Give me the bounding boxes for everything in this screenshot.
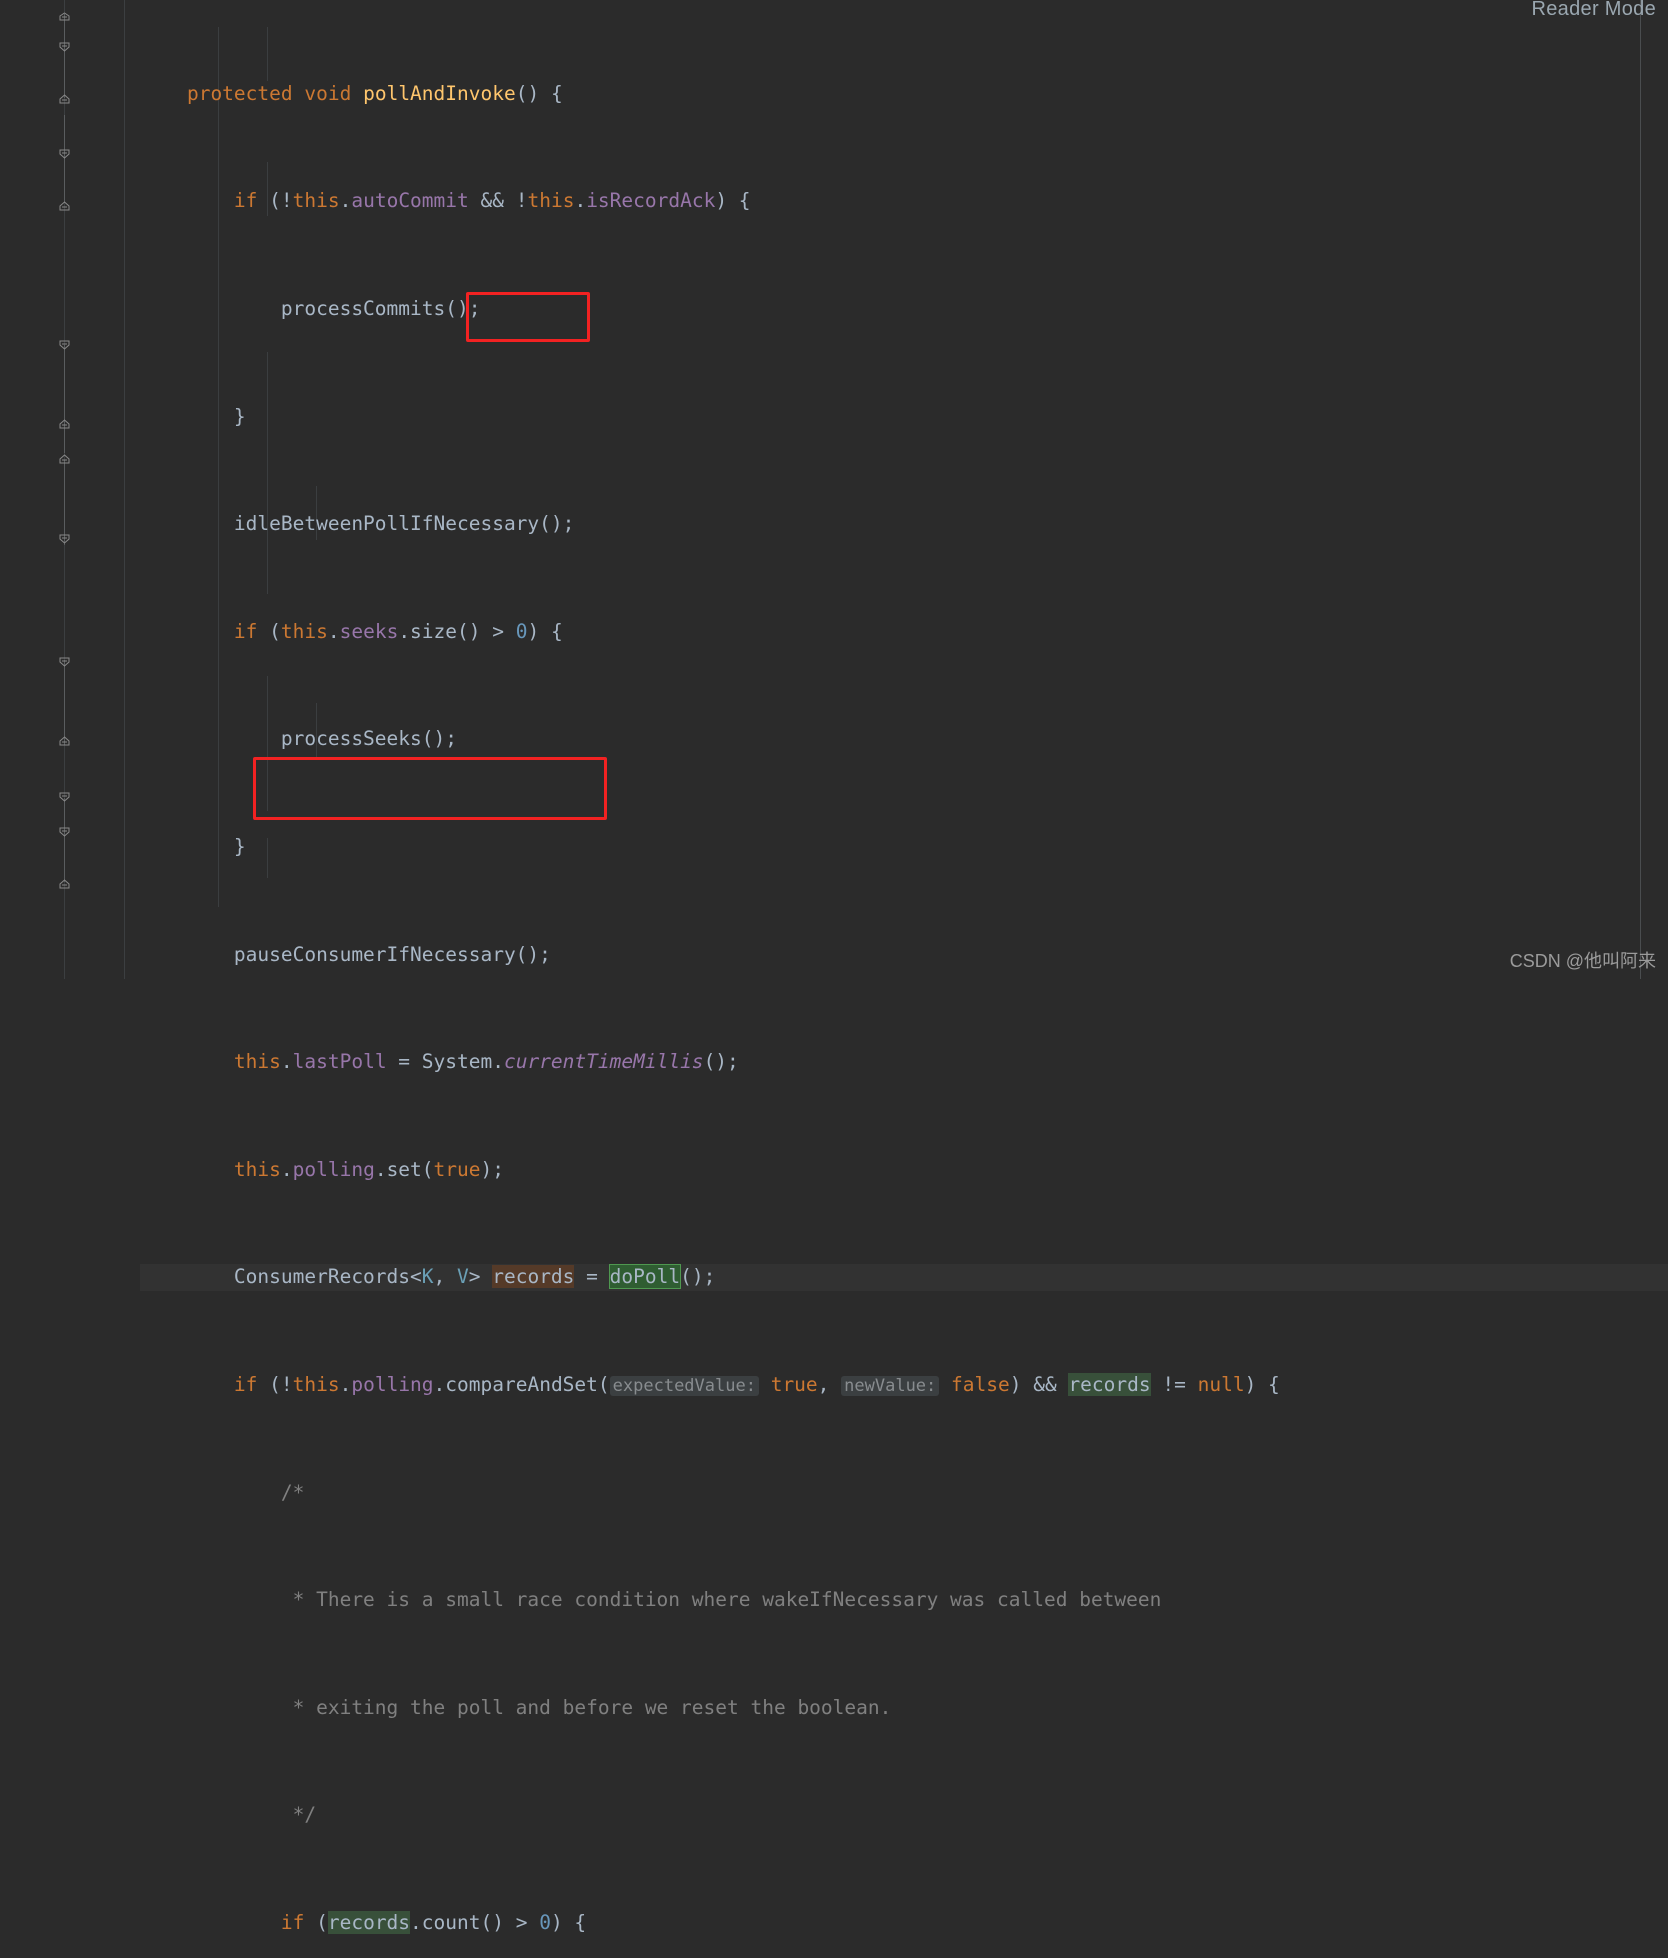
watermark-label: CSDN @他叫阿来: [1509, 951, 1656, 971]
code-line-current[interactable]: ConsumerRecords<K, V> records = doPoll()…: [140, 1264, 1668, 1292]
fold-collapse-icon[interactable]: [58, 532, 71, 545]
fold-expand-icon[interactable]: [58, 200, 71, 213]
code-line[interactable]: if (!this.polling.compareAndSet(expected…: [140, 1372, 1668, 1399]
fold-expand-icon[interactable]: [58, 735, 71, 748]
code-line[interactable]: if (this.seeks.size() > 0) {: [140, 619, 1668, 646]
code-editor[interactable]: protected void pollAndInvoke() { if (!th…: [0, 0, 1668, 1935]
fold-rail: [64, 660, 65, 745]
code-line[interactable]: processCommits();: [140, 296, 1668, 323]
code-content[interactable]: protected void pollAndInvoke() { if (!th…: [140, 0, 1668, 1958]
code-line[interactable]: if (!this.autoCommit && !this.isRecordAc…: [140, 188, 1668, 215]
code-line[interactable]: protected void pollAndInvoke() {: [140, 81, 1668, 108]
fold-collapse-icon[interactable]: [58, 453, 71, 466]
param-hint-expectedvalue: expectedValue:: [609, 1376, 759, 1397]
param-hint-newvalue: newValue:: [841, 1376, 940, 1397]
code-line[interactable]: idleBetweenPollIfNecessary();: [140, 511, 1668, 538]
fold-expand-icon[interactable]: [58, 418, 71, 431]
code-line[interactable]: if (records.count() > 0) {: [140, 1910, 1668, 1937]
code-line[interactable]: processSeeks();: [140, 726, 1668, 753]
fold-rail: [64, 345, 65, 453]
code-line[interactable]: pauseConsumerIfNecessary();: [140, 942, 1668, 969]
code-line[interactable]: }: [140, 834, 1668, 861]
code-line[interactable]: this.lastPoll = System.currentTimeMillis…: [140, 1049, 1668, 1076]
fold-rail: [64, 798, 65, 882]
code-line[interactable]: * There is a small race condition where …: [140, 1587, 1668, 1614]
fold-expand-icon[interactable]: [58, 11, 71, 24]
code-line[interactable]: */: [140, 1802, 1668, 1829]
fold-collapse-icon[interactable]: [58, 790, 71, 803]
code-line[interactable]: }: [140, 404, 1668, 431]
fold-collapse-icon[interactable]: [58, 147, 71, 160]
reader-mode-label: Reader Mode: [1531, 0, 1656, 20]
fold-collapse-icon[interactable]: [58, 93, 71, 106]
gutter-divider-right: [124, 0, 125, 979]
fold-collapse-icon[interactable]: [58, 825, 71, 838]
fold-rail: [64, 14, 65, 98]
code-line[interactable]: /*: [140, 1480, 1668, 1507]
fold-collapse-icon[interactable]: [58, 40, 71, 53]
code-line[interactable]: * exiting the poll and before we reset t…: [140, 1695, 1668, 1722]
fold-collapse-icon[interactable]: [58, 338, 71, 351]
fold-collapse-icon[interactable]: [58, 655, 71, 668]
fold-expand-icon[interactable]: [58, 878, 71, 891]
code-line[interactable]: this.polling.set(true);: [140, 1157, 1668, 1184]
